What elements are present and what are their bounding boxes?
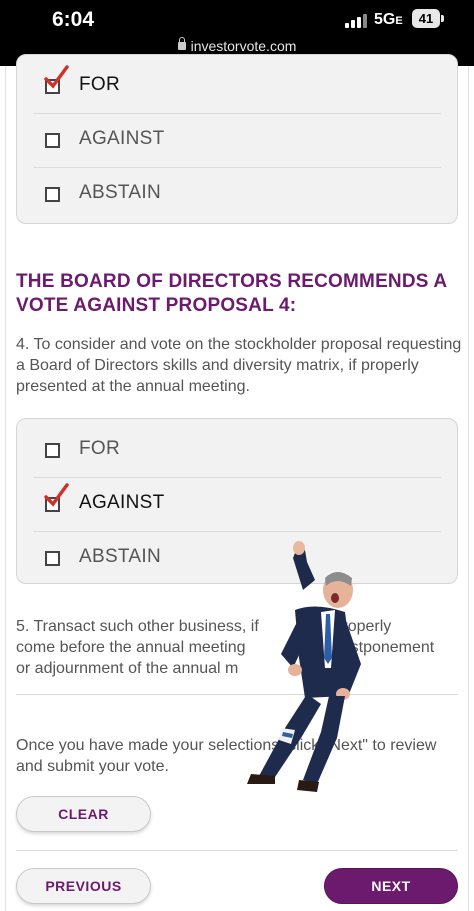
checkbox[interactable] — [45, 551, 60, 566]
checkmark-icon — [44, 483, 69, 507]
option-label: ABSTAIN — [79, 182, 161, 203]
option-label: FOR — [79, 74, 121, 95]
clear-button[interactable]: CLEAR — [16, 796, 151, 832]
lock-icon — [177, 37, 186, 50]
clock: 6:04 — [52, 8, 95, 31]
proposal4-heading: THE BOARD OF DIRECTORS RECOMMENDS A VOTE… — [16, 271, 447, 316]
proposal4-description: 4. To consider and vote on the stockhold… — [16, 336, 462, 395]
option-label: ABSTAIN — [79, 546, 161, 567]
checkbox[interactable] — [45, 133, 60, 148]
next-button[interactable]: NEXT — [324, 868, 458, 904]
battery-tip — [441, 15, 444, 22]
dancing-man-sticker — [247, 541, 361, 792]
option-label: AGAINST — [79, 128, 165, 149]
address-bar[interactable]: investorvote.com — [0, 37, 474, 54]
battery-icon: 41 — [412, 9, 440, 28]
network-indicator: 5GE — [374, 11, 403, 28]
option-abstain[interactable]: ABSTAIN — [17, 167, 457, 221]
option-for[interactable]: FOR — [17, 59, 457, 113]
option-against[interactable]: AGAINST — [17, 113, 457, 167]
ballot-page: FOR AGAINST ABSTAIN THE BOARD OF DIRECTO… — [0, 54, 474, 911]
option-label: FOR — [79, 438, 121, 459]
checkbox[interactable] — [45, 187, 60, 202]
divider — [16, 850, 458, 851]
option-label: AGAINST — [79, 492, 165, 513]
checkmark-icon — [44, 65, 69, 89]
signal-icon — [345, 14, 369, 28]
checkbox[interactable] — [45, 443, 60, 458]
proposal3-options: FOR AGAINST ABSTAIN — [16, 54, 458, 224]
previous-button[interactable]: PREVIOUS — [16, 868, 151, 904]
url-text: investorvote.com — [190, 38, 297, 54]
option-for[interactable]: FOR — [17, 423, 457, 477]
